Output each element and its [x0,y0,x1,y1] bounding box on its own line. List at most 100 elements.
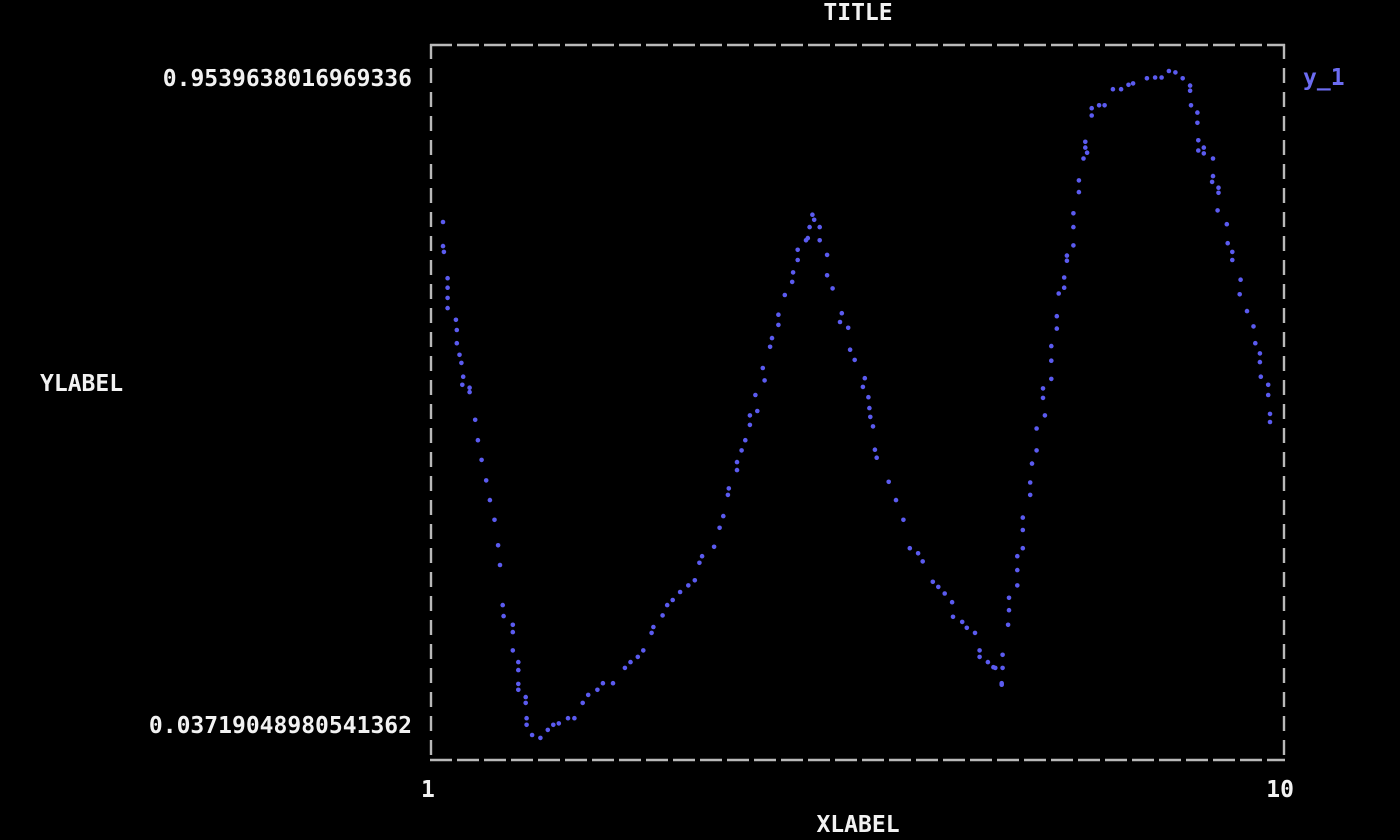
data-point [1216,191,1221,196]
data-point [770,336,775,341]
data-point [986,660,991,665]
data-point [1131,81,1136,86]
data-point [812,218,817,223]
data-point [931,580,936,585]
plot-frame [430,44,1285,761]
data-point [1188,83,1193,88]
data-point [1230,258,1235,263]
data-point [721,514,726,519]
data-point [727,486,732,491]
data-point [1083,145,1088,150]
data-point [455,328,460,333]
data-point [467,385,472,390]
data-point [846,326,851,331]
data-point [743,438,748,443]
data-point [776,312,781,317]
data-point [1028,493,1033,498]
terminal-plot-screen: TITLE 0.9539638016969336 0.0371904898054… [0,0,1400,840]
data-point [441,244,446,249]
data-point [1225,222,1230,227]
data-point [1268,420,1273,425]
data-point [1049,358,1054,363]
data-point [1043,413,1048,418]
data-point [1245,309,1250,314]
data-point [611,681,616,686]
data-point [886,480,891,485]
data-point [1041,396,1046,401]
data-point [700,554,705,559]
data-point [1202,145,1207,150]
data-point [693,578,698,583]
data-point [717,526,722,531]
data-point [1268,412,1273,417]
data-point [546,728,551,733]
data-point [748,413,753,418]
data-point [1230,250,1235,255]
data-point [1119,87,1124,92]
data-point [739,448,744,453]
data-point [484,478,489,483]
data-point [1049,344,1054,349]
data-point [1111,87,1116,92]
data-point [1028,480,1033,485]
data-point [806,236,811,241]
data-point [476,438,481,443]
data-point [1195,110,1200,115]
data-point [523,695,528,700]
data-point [492,518,497,523]
data-point [1258,360,1263,365]
data-point [500,603,505,608]
data-point [791,270,796,275]
data-point [830,286,835,291]
data-point [1211,174,1216,179]
data-point [1189,103,1194,108]
data-point [441,220,446,225]
data-point [726,493,731,498]
data-point [873,447,878,452]
data-point [1173,70,1178,75]
data-point [762,378,767,383]
data-point [874,455,879,460]
data-point [445,306,450,311]
data-point [1077,190,1082,195]
data-point [867,406,872,411]
data-point [1251,324,1256,329]
data-point [936,585,941,590]
y-axis-label: YLABEL [40,371,123,397]
data-point [920,559,925,564]
data-point [566,716,571,721]
data-point [1211,156,1216,161]
data-point [1167,69,1172,74]
data-point [768,345,773,350]
data-point [825,273,830,278]
data-point [1015,583,1020,588]
data-point [1007,596,1012,601]
data-point [999,682,1004,687]
data-point [753,393,758,398]
data-point [678,590,683,595]
data-point [761,366,766,371]
data-point [894,498,899,503]
data-point [748,423,753,428]
data-point [901,518,906,523]
data-point [498,563,503,568]
data-point [1083,140,1088,145]
data-point [1041,386,1046,391]
data-point [908,546,913,551]
data-point [557,721,562,726]
data-point [735,460,740,465]
data-point [1225,241,1230,246]
data-point [817,225,822,230]
y-axis-min-tick: 0.03719048980541362 [120,713,412,739]
data-point [1266,383,1271,388]
data-point [461,374,466,379]
data-point [1056,291,1061,296]
data-point [1006,623,1011,628]
data-point [572,716,577,721]
data-point [1000,666,1005,671]
data-point [735,468,740,473]
data-point [1196,148,1201,153]
data-point [1089,113,1094,118]
data-point [950,600,955,605]
data-point [445,296,450,301]
